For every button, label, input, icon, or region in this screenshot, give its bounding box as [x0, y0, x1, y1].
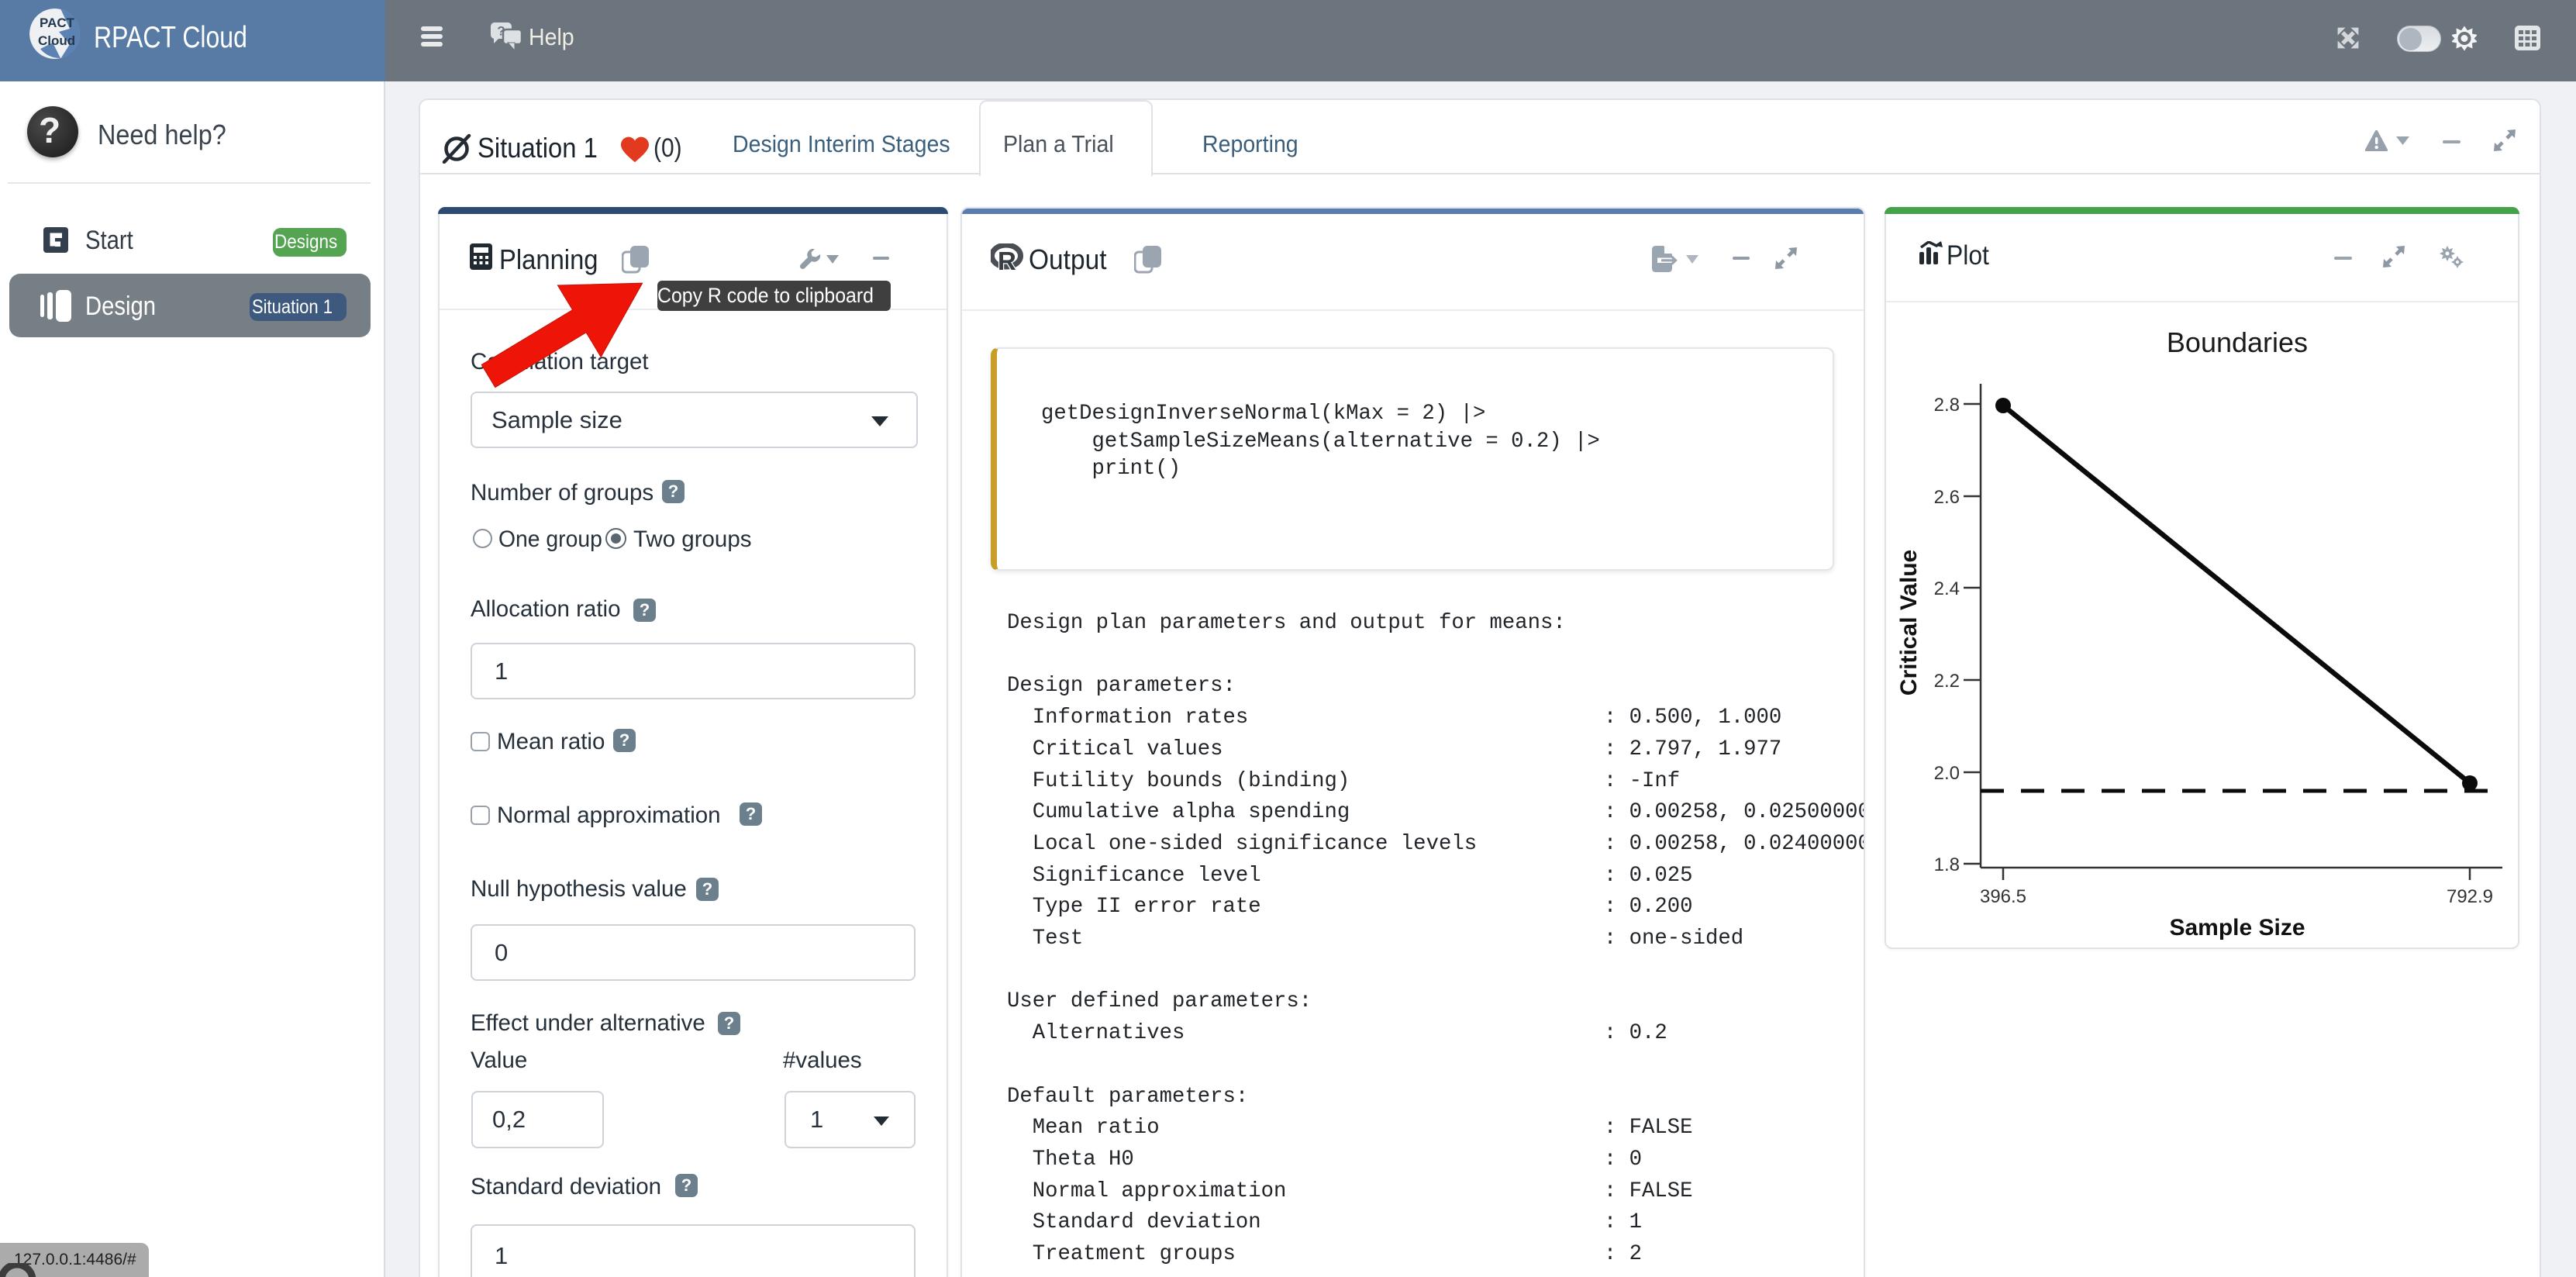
svg-text:Cloud: Cloud — [38, 33, 75, 48]
svg-text:R: R — [998, 247, 1016, 274]
svg-text:2.8: 2.8 — [1934, 395, 1960, 416]
svg-text:Critical Value: Critical Value — [1896, 550, 1922, 695]
svg-text:2.6: 2.6 — [1934, 487, 1960, 508]
svg-text:1.8: 1.8 — [1934, 854, 1960, 875]
svg-text:Sample Size: Sample Size — [2169, 915, 2305, 940]
svg-text:792.9: 792.9 — [2447, 886, 2493, 907]
svg-text:PACT: PACT — [40, 16, 75, 30]
svg-text:2.2: 2.2 — [1934, 671, 1960, 692]
svg-text:2.4: 2.4 — [1934, 578, 1960, 599]
svg-text:396.5: 396.5 — [1980, 886, 2026, 907]
svg-text:Boundaries: Boundaries — [2167, 326, 2308, 358]
svg-text:2.0: 2.0 — [1934, 763, 1960, 784]
